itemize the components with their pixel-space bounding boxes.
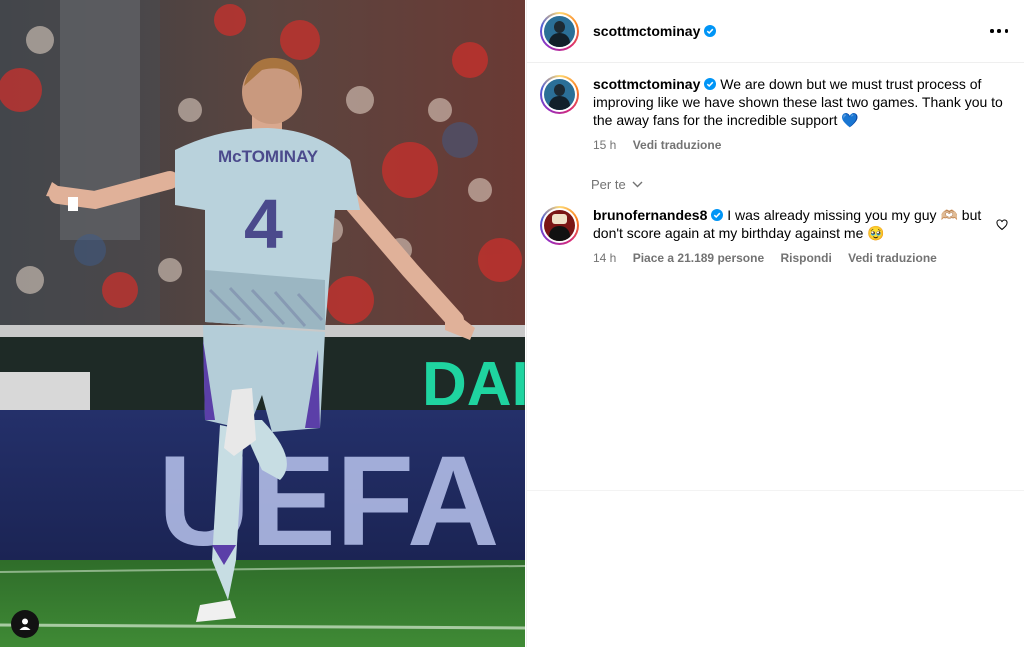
more-dot-icon bbox=[990, 29, 994, 33]
caption-author[interactable]: scottmctominay bbox=[593, 76, 717, 92]
comment-reply-button[interactable]: Rispondi bbox=[780, 251, 831, 265]
comment-filter-label: Per te bbox=[591, 177, 626, 192]
post-caption: scottmctominay We are down but we must t… bbox=[540, 75, 1010, 154]
comment-likes-count[interactable]: Piace a 21.189 persone bbox=[633, 251, 764, 265]
photo-artwork: DAI UEFA McTOMINAY 4 bbox=[0, 0, 525, 647]
comment-like-heart-icon[interactable] bbox=[996, 219, 1008, 231]
chevron-down-icon bbox=[632, 181, 643, 188]
comment-author[interactable]: brunofernandes8 bbox=[593, 207, 724, 223]
more-dot-icon bbox=[997, 29, 1001, 33]
author-username[interactable]: scottmctominay bbox=[593, 23, 717, 39]
section-divider bbox=[527, 490, 1024, 491]
jersey-name: McTOMINAY bbox=[218, 147, 319, 166]
caption-timestamp[interactable]: 15 h bbox=[593, 138, 616, 152]
board-text-top: DAI bbox=[422, 350, 525, 419]
jersey-number: 4 bbox=[244, 185, 283, 263]
more-options-button[interactable] bbox=[990, 22, 1008, 40]
post-header: scottmctominay bbox=[527, 0, 1024, 63]
avatar-image bbox=[544, 210, 575, 241]
caption-emoji: 💙 bbox=[841, 112, 859, 128]
verified-badge-icon bbox=[704, 78, 717, 90]
board-text-uefa: UEFA bbox=[158, 430, 499, 573]
tagged-users-button[interactable] bbox=[11, 610, 39, 638]
verified-badge-icon bbox=[711, 209, 724, 221]
post-photo[interactable]: DAI UEFA McTOMINAY 4 bbox=[0, 0, 525, 647]
caption-author-avatar[interactable] bbox=[540, 75, 579, 114]
caption-translate-link[interactable]: Vedi traduzione bbox=[633, 138, 722, 152]
avatar-image bbox=[544, 15, 575, 47]
more-dot-icon bbox=[1004, 29, 1008, 33]
post-details-panel: scottmctominay scottmctominay We are dow… bbox=[526, 0, 1024, 647]
verified-badge-icon bbox=[704, 25, 717, 37]
user-icon bbox=[19, 618, 31, 630]
comment-emoji-face: 🥹 bbox=[867, 225, 885, 241]
commenter-avatar[interactable] bbox=[540, 206, 579, 245]
comment-timestamp[interactable]: 14 h bbox=[593, 251, 616, 265]
comment-text-part1: I was already missing you my guy bbox=[727, 207, 937, 223]
avatar-image bbox=[544, 79, 575, 110]
comment-translate-link[interactable]: Vedi traduzione bbox=[848, 251, 937, 265]
instagram-post-modal: DAI UEFA McTOMINAY 4 scottmctominay scot… bbox=[0, 0, 1024, 647]
comment-emoji-hands: 🫶🏼 bbox=[940, 207, 958, 223]
author-avatar[interactable] bbox=[540, 11, 579, 51]
comment-item: brunofernandes8 I was already missing yo… bbox=[540, 206, 1010, 267]
comment-filter-dropdown[interactable]: Per te bbox=[591, 177, 643, 192]
